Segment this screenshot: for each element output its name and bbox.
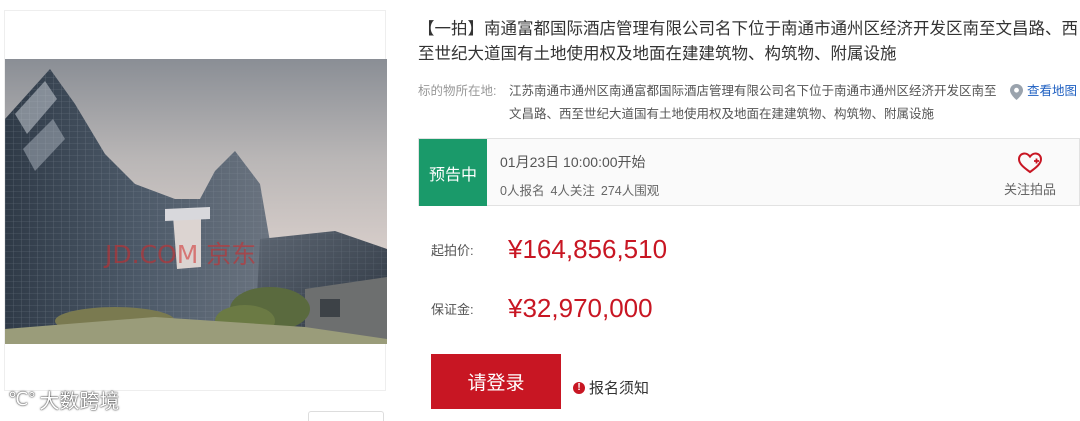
auction-status-panel: 预告中 01月23日 10:00:00开始 0人报名 4人关注 274人围观 关… (418, 138, 1080, 206)
deposit-row: 保证金: ¥32,970,000 (431, 293, 653, 324)
start-time: 01月23日 10:00:00开始 (500, 154, 646, 170)
auction-stats: 0人报名 4人关注 274人围观 (500, 180, 659, 199)
starting-price-value: ¥164,856,510 (508, 234, 668, 264)
jd-watermark: JD.COM 京东 (105, 240, 257, 269)
watcher-count: 274人围观 (600, 184, 660, 198)
item-image-card: JD.COM 京东 (4, 10, 387, 391)
follow-item-button[interactable]: 关注拍品 (995, 151, 1065, 198)
follow-item-label: 关注拍品 (1003, 182, 1056, 197)
item-photo[interactable]: JD.COM 京东 (5, 59, 387, 344)
site-watermark: ℃° 大数跨境 (8, 385, 119, 414)
deposit-value: ¥32,970,000 (508, 293, 653, 323)
heart-plus-icon (1017, 152, 1043, 174)
status-badge: 预告中 (419, 139, 487, 206)
login-button[interactable]: 请登录 (431, 354, 561, 409)
registration-notice-link[interactable]: ! 报名须知 (573, 377, 649, 398)
deposit-label: 保证金: (431, 302, 474, 317)
registered-count: 0人报名 (500, 184, 545, 198)
view-map-link[interactable]: 查看地图 (1010, 80, 1077, 103)
item-title: 【一拍】南通富都国际酒店管理有限公司名下位于南通市通州区经济开发区南至文昌路、西… (418, 20, 1078, 63)
alert-icon: ! (573, 381, 585, 394)
location-label: 标的物所在地: (418, 84, 497, 98)
view-map-label: 查看地图 (1027, 84, 1078, 98)
starting-price-label: 起拍价: (431, 243, 474, 258)
starting-price-row: 起拍价: ¥164,856,510 (431, 234, 667, 265)
follower-count: 4人关注 (550, 184, 595, 198)
site-watermark-text: 大数跨境 (39, 391, 120, 413)
location-text: 江苏南通市通州区南通富都国际酒店管理有限公司名下位于南通市通州区经济开发区南至文… (509, 84, 997, 121)
thumbnail-tab[interactable] (308, 411, 384, 421)
location-pin-icon (1010, 83, 1023, 100)
chat-logo-icon: ℃° (8, 389, 36, 409)
registration-notice-label: 报名须知 (589, 380, 650, 397)
building-photo (5, 59, 387, 344)
